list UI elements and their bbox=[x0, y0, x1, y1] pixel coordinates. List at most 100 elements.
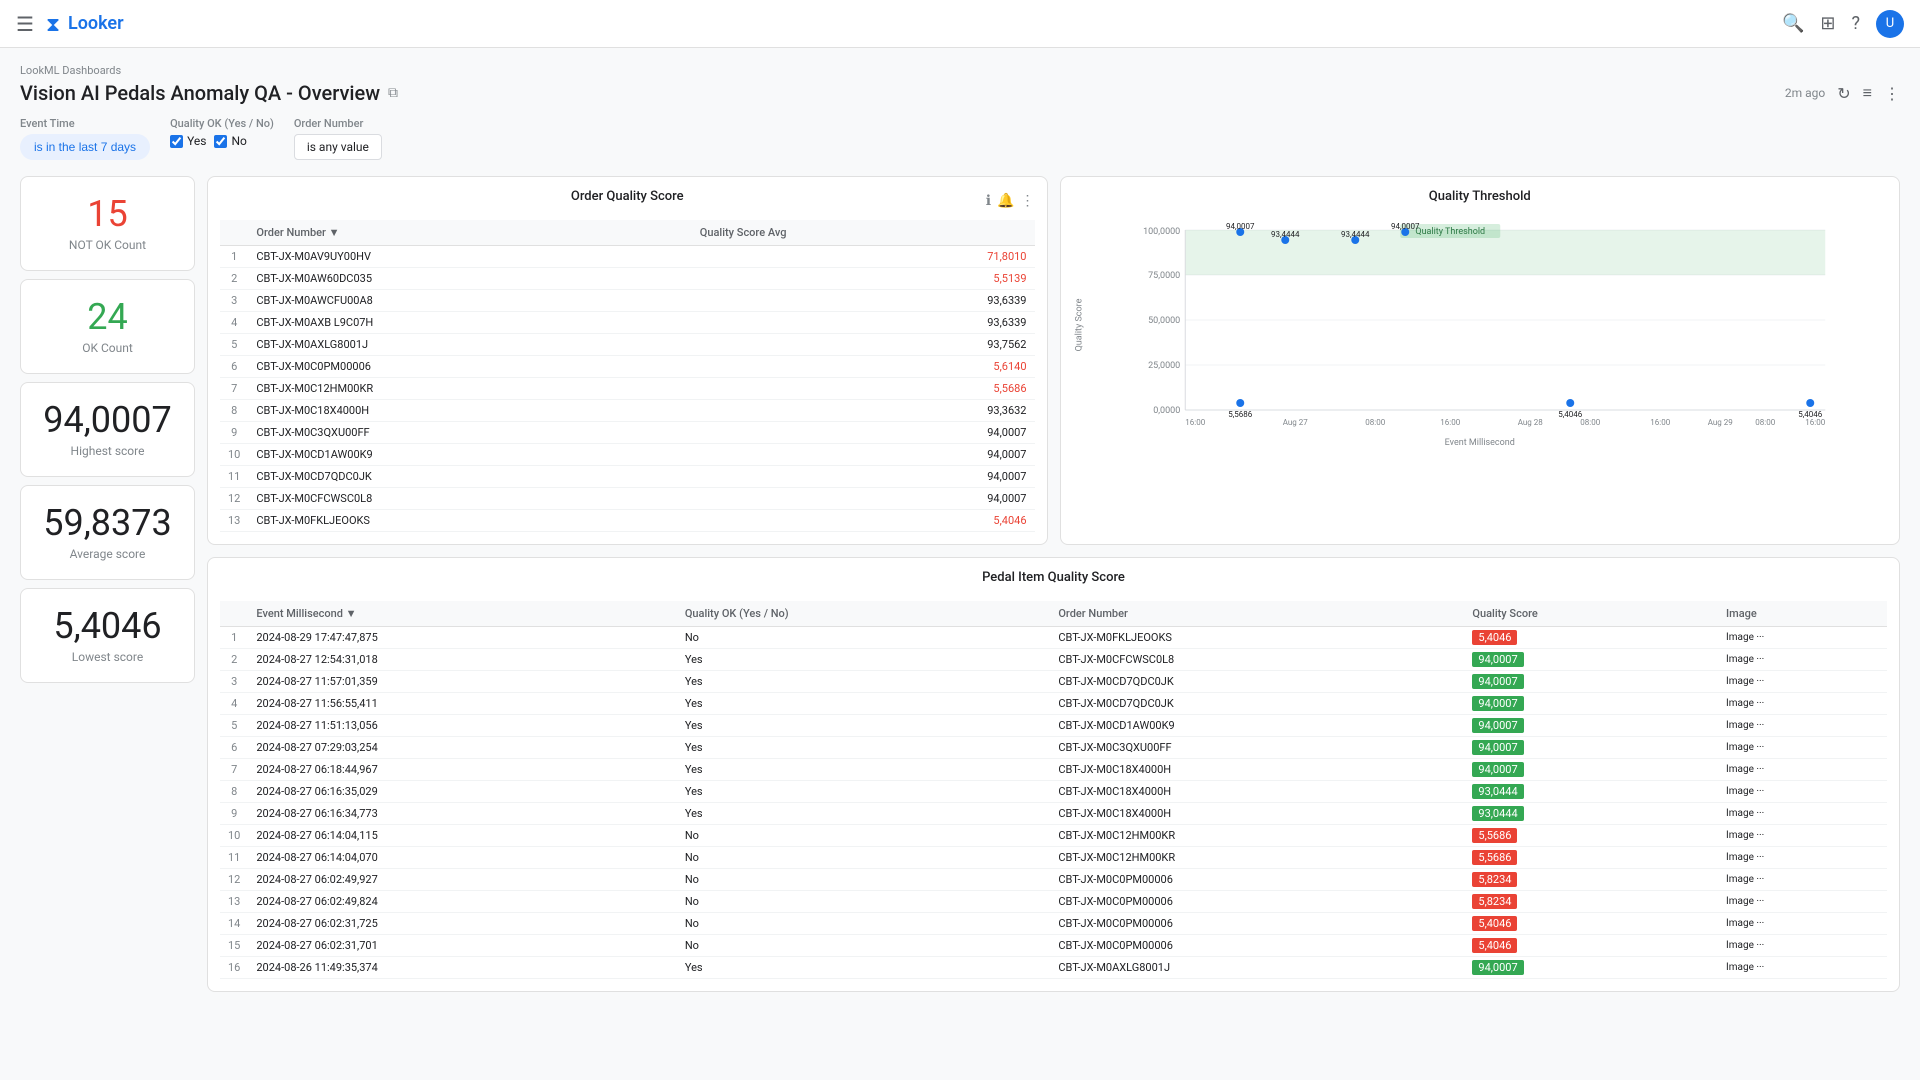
event-time: 2024-08-27 06:14:04,070 bbox=[248, 847, 676, 869]
event-time: 2024-08-29 17:47:47,875 bbox=[248, 627, 676, 649]
not-ok-label: NOT OK Count bbox=[69, 238, 146, 252]
order-number: CBT-JX-M0C3QXU00FF bbox=[248, 422, 691, 444]
quality-score: 94,0007 bbox=[692, 422, 1035, 444]
order-number: CBT-JX-M0AWCFU00A8 bbox=[248, 290, 691, 312]
hamburger-icon[interactable]: ☰ bbox=[16, 12, 34, 36]
quality-ok: Yes bbox=[677, 671, 1051, 693]
svg-text:94,0007: 94,0007 bbox=[1225, 222, 1254, 231]
oqs-title: Order Quality Score bbox=[220, 189, 1035, 204]
table-row: 2 CBT-JX-M0AW60DC035 5,5139 bbox=[220, 268, 1035, 290]
event-time: 2024-08-27 06:02:31,725 bbox=[248, 913, 676, 935]
row-num: 2 bbox=[220, 268, 248, 290]
table-row: 8 2024-08-27 06:16:35,029 Yes CBT-JX-M0C… bbox=[220, 781, 1887, 803]
svg-text:08:00: 08:00 bbox=[1580, 418, 1600, 427]
quality-ok-checkboxes: Yes No bbox=[170, 134, 274, 148]
filter-row: Event Time is in the last 7 days Quality… bbox=[20, 117, 1900, 160]
row-num: 11 bbox=[220, 847, 248, 869]
ok-count-card: 24 OK Count bbox=[20, 279, 195, 374]
piqs-col-time[interactable]: Event Millisecond ▼ bbox=[248, 601, 676, 627]
row-num: 2 bbox=[220, 649, 248, 671]
qt-point bbox=[1236, 399, 1244, 407]
row-num: 14 bbox=[220, 913, 248, 935]
qt-title: Quality Threshold bbox=[1073, 189, 1888, 204]
table-row: 6 CBT-JX-M0C0PM00006 5,6140 bbox=[220, 356, 1035, 378]
event-time: 2024-08-27 12:54:31,018 bbox=[248, 649, 676, 671]
quality-yes-checkbox[interactable]: Yes bbox=[170, 134, 206, 148]
table-row: 15 2024-08-27 06:02:31,701 No CBT-JX-M0C… bbox=[220, 935, 1887, 957]
table-row: 10 2024-08-27 06:14:04,115 No CBT-JX-M0C… bbox=[220, 825, 1887, 847]
ok-value: 24 bbox=[87, 298, 127, 338]
quality-score: 5,8234 bbox=[1464, 869, 1718, 891]
quality-score: 93,6339 bbox=[692, 312, 1035, 334]
more-icon[interactable]: ⋮ bbox=[1884, 84, 1900, 103]
event-time-label: Event Time bbox=[20, 117, 150, 130]
page-title-text: Vision AI Pedals Anomaly QA - Overview bbox=[20, 81, 380, 105]
image-cell: Image ··· bbox=[1718, 913, 1887, 935]
row-num: 6 bbox=[220, 356, 248, 378]
svg-text:93,4444: 93,4444 bbox=[1270, 230, 1299, 239]
order-number: CBT-JX-M0C0PM00006 bbox=[1050, 891, 1464, 913]
quality-score: 94,0007 bbox=[1464, 649, 1718, 671]
image-cell: Image ··· bbox=[1718, 869, 1887, 891]
table-row: 3 CBT-JX-M0AWCFU00A8 93,6339 bbox=[220, 290, 1035, 312]
quality-ok: No bbox=[677, 935, 1051, 957]
quality-score: 5,4046 bbox=[1464, 627, 1718, 649]
table-row: 5 CBT-JX-M0AXLG8001J 93,7562 bbox=[220, 334, 1035, 356]
order-number: CBT-JX-M0C12HM00KR bbox=[248, 378, 691, 400]
image-cell: Image ··· bbox=[1718, 671, 1887, 693]
oqs-header: Order Quality Score ℹ 🔔 ⋮ bbox=[220, 189, 1035, 212]
user-avatar[interactable]: U bbox=[1876, 10, 1904, 38]
qt-point bbox=[1566, 399, 1574, 407]
dashboard-grid: 15 NOT OK Count 24 OK Count 94,0007 High… bbox=[20, 176, 1900, 992]
oqs-info-icon[interactable]: ℹ bbox=[986, 193, 991, 209]
copy-icon[interactable]: ⧉ bbox=[388, 85, 398, 101]
main-content: LookML Dashboards Vision AI Pedals Anoma… bbox=[0, 48, 1920, 1008]
refresh-icon[interactable]: ↻ bbox=[1837, 84, 1850, 103]
order-number: CBT-JX-M0C0PM00006 bbox=[1050, 869, 1464, 891]
page-title: Vision AI Pedals Anomaly QA - Overview ⧉ bbox=[20, 81, 398, 105]
event-time-chip[interactable]: is in the last 7 days bbox=[20, 134, 150, 160]
lowest-score-card: 5,4046 Lowest score bbox=[20, 588, 195, 683]
row-num: 3 bbox=[220, 671, 248, 693]
image-cell: Image ··· bbox=[1718, 627, 1887, 649]
quality-score: 93,0444 bbox=[1464, 803, 1718, 825]
quality-score: 93,7562 bbox=[692, 334, 1035, 356]
order-number: CBT-JX-M0C18X4000H bbox=[248, 400, 691, 422]
order-number: CBT-JX-M0CD7QDC0JK bbox=[1050, 693, 1464, 715]
svg-text:5,5686: 5,5686 bbox=[1228, 410, 1253, 419]
row-num: 11 bbox=[220, 466, 248, 488]
table-row: 1 CBT-JX-M0AV9UY00HV 71,8010 bbox=[220, 246, 1035, 268]
image-cell: Image ··· bbox=[1718, 957, 1887, 979]
event-time: 2024-08-27 11:51:13,056 bbox=[248, 715, 676, 737]
oqs-bell-icon[interactable]: 🔔 bbox=[997, 193, 1014, 209]
oqs-col-order[interactable]: Order Number ▼ bbox=[248, 220, 691, 246]
lowest-label: Lowest score bbox=[72, 650, 143, 664]
quality-ok: Yes bbox=[677, 781, 1051, 803]
help-icon[interactable]: ? bbox=[1851, 13, 1860, 34]
event-time-filter: Event Time is in the last 7 days bbox=[20, 117, 150, 160]
average-score-card: 59,8373 Average score bbox=[20, 485, 195, 580]
event-time: 2024-08-26 11:49:35,374 bbox=[248, 957, 676, 979]
oqs-table-body: 1 CBT-JX-M0AV9UY00HV 71,8010 2 CBT-JX-M0… bbox=[220, 246, 1035, 532]
piqs-table: Event Millisecond ▼ Quality OK (Yes / No… bbox=[220, 601, 1887, 979]
grid-icon[interactable]: ⊞ bbox=[1820, 13, 1835, 34]
order-number: CBT-JX-M0CD7QDC0JK bbox=[248, 466, 691, 488]
oqs-more-icon[interactable]: ⋮ bbox=[1021, 193, 1035, 209]
order-number-value[interactable]: is any value bbox=[294, 134, 382, 160]
qt-chart-container: 100,0000 75,0000 50,0000 25,0000 0,0000 bbox=[1073, 220, 1888, 430]
order-number: CBT-JX-M0CD1AW00K9 bbox=[248, 444, 691, 466]
image-cell: Image ··· bbox=[1718, 759, 1887, 781]
table-row: 8 CBT-JX-M0C18X4000H 93,3632 bbox=[220, 400, 1035, 422]
nav-icons: 🔍 ⊞ ? U bbox=[1782, 10, 1904, 38]
average-label: Average score bbox=[70, 547, 146, 561]
last-updated: 2m ago bbox=[1785, 86, 1825, 100]
table-row: 6 2024-08-27 07:29:03,254 Yes CBT-JX-M0C… bbox=[220, 737, 1887, 759]
search-icon[interactable]: 🔍 bbox=[1782, 13, 1804, 34]
quality-no-checkbox[interactable]: No bbox=[214, 134, 246, 148]
kpi-column: 15 NOT OK Count 24 OK Count 94,0007 High… bbox=[20, 176, 195, 992]
event-time: 2024-08-27 06:16:34,773 bbox=[248, 803, 676, 825]
row-num: 6 bbox=[220, 737, 248, 759]
quality-ok: Yes bbox=[677, 715, 1051, 737]
filter-icon[interactable]: ≡ bbox=[1863, 83, 1872, 103]
not-ok-count-card: 15 NOT OK Count bbox=[20, 176, 195, 271]
